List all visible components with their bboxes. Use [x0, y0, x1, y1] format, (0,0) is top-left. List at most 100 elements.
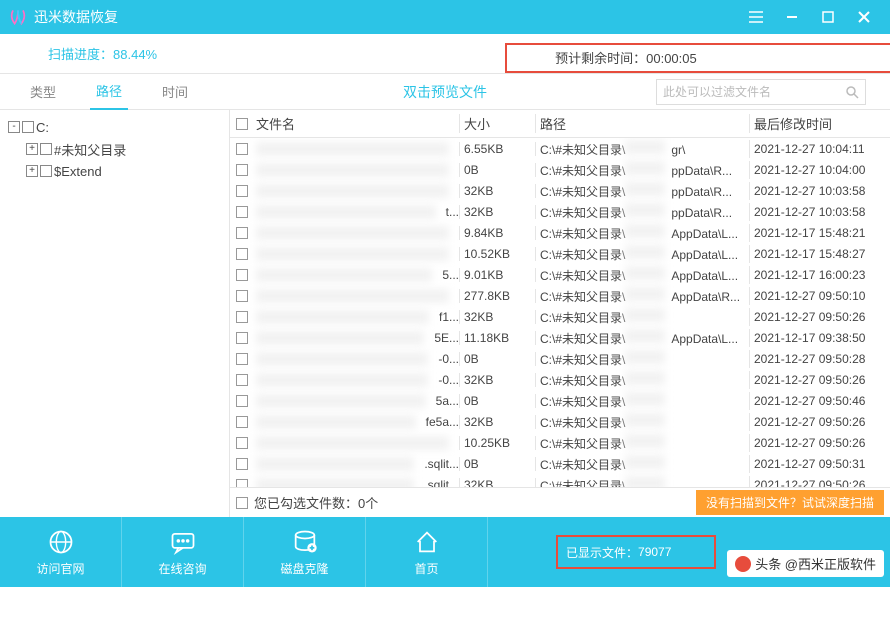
expand-icon[interactable]: +: [26, 165, 38, 177]
table-row[interactable]: 32KBC:\#未知父目录\ppData\R...2021-12-27 10:0…: [230, 180, 890, 201]
search-box[interactable]: [656, 79, 866, 105]
row-checkbox[interactable]: [236, 185, 248, 197]
tab-bar: 类型 路径 时间 双击预览文件: [0, 74, 890, 110]
maximize-button[interactable]: [810, 0, 846, 34]
close-button[interactable]: [846, 0, 882, 34]
file-time: 2021-12-27 09:50:26: [750, 373, 890, 387]
col-name[interactable]: 文件名: [254, 114, 460, 133]
table-row[interactable]: 6.55KBC:\#未知父目录\gr\2021-12-27 10:04:11: [230, 138, 890, 159]
filename-blurred: [256, 226, 449, 240]
tree-root[interactable]: - C:: [8, 116, 221, 138]
row-checkbox[interactable]: [236, 143, 248, 155]
home-button[interactable]: 首页: [366, 517, 488, 587]
file-path: C:\#未知父目录\AppData\L...: [536, 266, 750, 284]
table-row[interactable]: 277.8KBC:\#未知父目录\AppData\R...2021-12-27 …: [230, 285, 890, 306]
filename-tail: -0...: [438, 373, 459, 387]
tab-time[interactable]: 时间: [156, 74, 194, 110]
table-row[interactable]: 10.25KBC:\#未知父目录\2021-12-27 09:50:26: [230, 432, 890, 453]
filename-blurred: [256, 163, 449, 177]
table-row[interactable]: f1...32KBC:\#未知父目录\2021-12-27 09:50:26: [230, 306, 890, 327]
filename-blurred: [256, 331, 424, 345]
file-time: 2021-12-27 09:50:26: [750, 415, 890, 429]
col-path[interactable]: 路径: [536, 114, 750, 133]
table-row[interactable]: -0...0BC:\#未知父目录\2021-12-27 09:50:28: [230, 348, 890, 369]
visit-site-button[interactable]: 访问官网: [0, 517, 122, 587]
footer: 访问官网 在线咨询 磁盘克隆 首页 已显示文件：79077 头条 @西米正版软件: [0, 517, 890, 587]
tree-child[interactable]: + #未知父目录: [8, 138, 221, 160]
row-checkbox[interactable]: [236, 269, 248, 281]
file-time: 2021-12-27 09:50:31: [750, 457, 890, 471]
table-row[interactable]: 9.84KBC:\#未知父目录\AppData\L...2021-12-17 1…: [230, 222, 890, 243]
col-time[interactable]: 最后修改时间: [750, 114, 890, 133]
tree-checkbox[interactable]: [40, 143, 52, 155]
filename-blurred: [256, 247, 449, 261]
file-path: C:\#未知父目录\AppData\L...: [536, 224, 750, 242]
filename-tail: .sqlit...: [424, 478, 459, 488]
selected-label: 您已勾选文件数：0个: [254, 493, 378, 512]
filename-blurred: [256, 268, 432, 282]
tab-path[interactable]: 路径: [90, 74, 128, 110]
deep-scan-button[interactable]: 没有扫描到文件？试试深度扫描: [696, 490, 884, 515]
table-row[interactable]: .sqlit...0BC:\#未知父目录\2021-12-27 09:50:31: [230, 453, 890, 474]
table-row[interactable]: 5...9.01KBC:\#未知父目录\AppData\L...2021-12-…: [230, 264, 890, 285]
row-checkbox[interactable]: [236, 395, 248, 407]
file-path: C:\#未知父目录\ppData\R...: [536, 161, 750, 179]
file-size: 11.18KB: [460, 331, 536, 345]
row-checkbox[interactable]: [236, 227, 248, 239]
file-time: 2021-12-27 10:03:58: [750, 205, 890, 219]
row-checkbox[interactable]: [236, 374, 248, 386]
table-row[interactable]: fe5a...32KBC:\#未知父目录\2021-12-27 09:50:26: [230, 411, 890, 432]
expand-icon[interactable]: +: [26, 143, 38, 155]
table-row[interactable]: .sqlit...32KBC:\#未知父目录\2021-12-27 09:50:…: [230, 474, 890, 487]
filename-blurred: [256, 415, 416, 429]
filename-blurred: [256, 289, 449, 303]
col-size[interactable]: 大小: [460, 114, 536, 133]
title-bar: 迅米数据恢复: [0, 0, 890, 34]
row-checkbox[interactable]: [236, 416, 248, 428]
filename-tail: .sqlit...: [424, 457, 459, 471]
row-checkbox[interactable]: [236, 248, 248, 260]
disk-clone-button[interactable]: 磁盘克隆: [244, 517, 366, 587]
row-checkbox[interactable]: [236, 353, 248, 365]
selected-checkbox[interactable]: [236, 497, 248, 509]
row-checkbox[interactable]: [236, 458, 248, 470]
table-row[interactable]: 10.52KBC:\#未知父目录\AppData\L...2021-12-17 …: [230, 243, 890, 264]
tree-checkbox[interactable]: [22, 121, 34, 133]
row-checkbox[interactable]: [236, 332, 248, 344]
file-path: C:\#未知父目录\: [536, 476, 750, 488]
menu-icon[interactable]: [738, 0, 774, 34]
column-headers: 文件名 大小 路径 最后修改时间: [230, 110, 890, 138]
row-checkbox[interactable]: [236, 311, 248, 323]
tree-checkbox[interactable]: [40, 165, 52, 177]
file-path: C:\#未知父目录\gr\: [536, 140, 750, 158]
table-row[interactable]: 5a...0BC:\#未知父目录\2021-12-27 09:50:46: [230, 390, 890, 411]
file-path: C:\#未知父目录\: [536, 350, 750, 368]
table-row[interactable]: 0BC:\#未知父目录\ppData\R...2021-12-27 10:04:…: [230, 159, 890, 180]
file-size: 0B: [460, 457, 536, 471]
file-size: 6.55KB: [460, 142, 536, 156]
row-checkbox[interactable]: [236, 290, 248, 302]
row-checkbox[interactable]: [236, 206, 248, 218]
minimize-button[interactable]: [774, 0, 810, 34]
row-checkbox[interactable]: [236, 437, 248, 449]
file-path: C:\#未知父目录\ppData\R...: [536, 182, 750, 200]
search-input[interactable]: [663, 85, 845, 99]
online-chat-button[interactable]: 在线咨询: [122, 517, 244, 587]
tab-type[interactable]: 类型: [24, 74, 62, 110]
search-icon[interactable]: [845, 85, 859, 99]
filename-blurred: [256, 436, 449, 450]
filename-tail: 5...: [442, 268, 459, 282]
file-path: C:\#未知父目录\ppData\R...: [536, 203, 750, 221]
row-checkbox[interactable]: [236, 164, 248, 176]
file-size: 32KB: [460, 310, 536, 324]
table-row[interactable]: 5E...11.18KBC:\#未知父目录\AppData\L...2021-1…: [230, 327, 890, 348]
file-time: 2021-12-17 16:00:23: [750, 268, 890, 282]
collapse-icon[interactable]: -: [8, 121, 20, 133]
estimate-text: 预计剩余时间：00:00:05: [555, 48, 697, 67]
select-all-checkbox[interactable]: [236, 118, 248, 130]
tree-child[interactable]: + $Extend: [8, 160, 221, 182]
table-row[interactable]: t...32KBC:\#未知父目录\ppData\R...2021-12-27 …: [230, 201, 890, 222]
row-checkbox[interactable]: [236, 479, 248, 488]
table-row[interactable]: -0...32KBC:\#未知父目录\2021-12-27 09:50:26: [230, 369, 890, 390]
watermark: 头条 @西米正版软件: [727, 550, 884, 577]
